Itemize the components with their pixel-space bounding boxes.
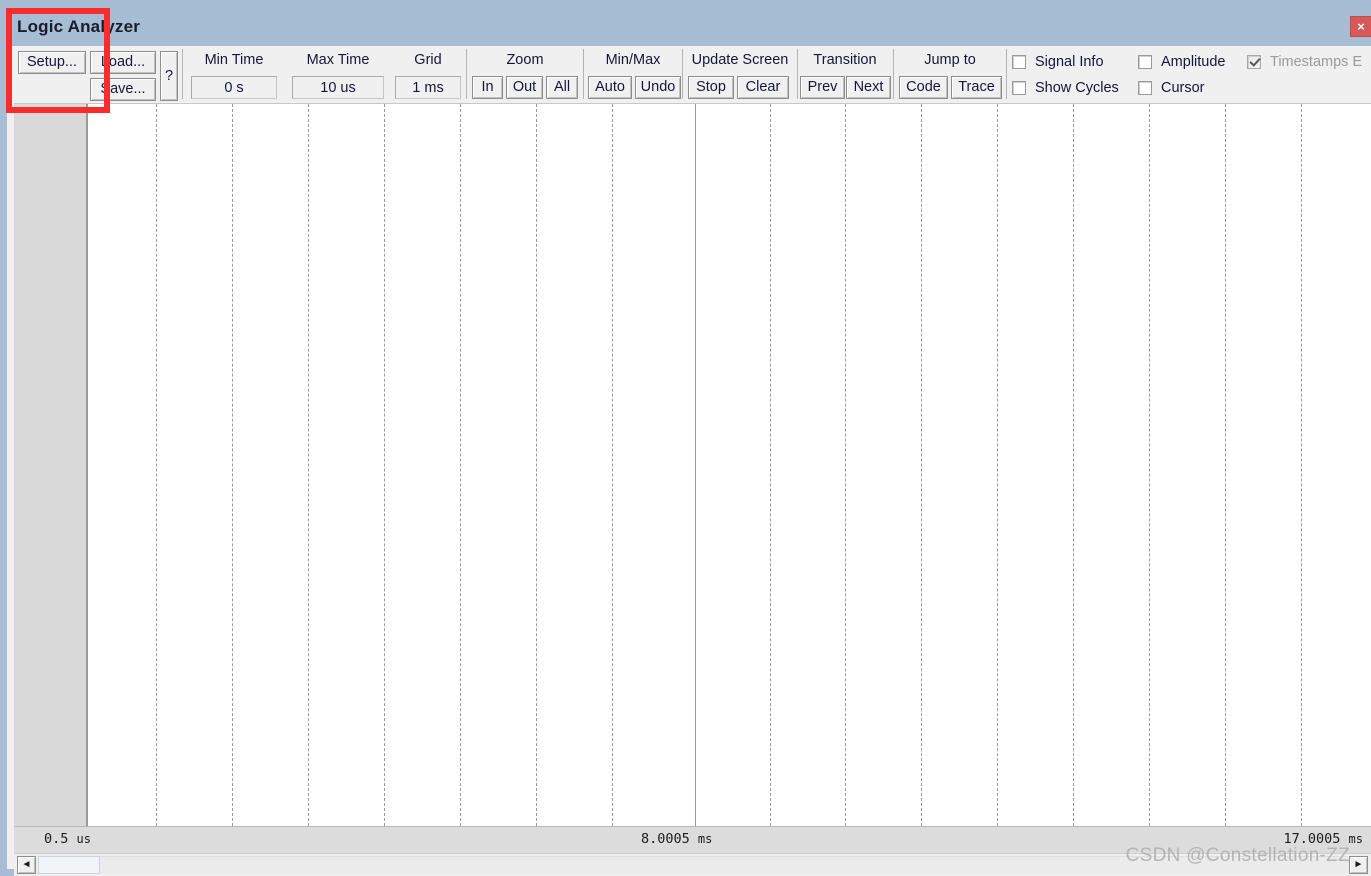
minmax-label: Min/Max [605,52,661,68]
zoom-in-button[interactable]: In [472,76,503,99]
toolbar-group-max-time: Max Time 10 us [287,46,389,102]
amplitude-checkbox-box[interactable] [1138,55,1152,69]
scrollbar-thumb[interactable] [38,856,100,874]
toolbar-separator [466,49,467,99]
grid-line [1225,104,1227,826]
signal-name-pane[interactable] [14,104,88,826]
cursor-label: Cursor [1161,80,1205,96]
grid-line [156,104,158,826]
toolbar-separator [797,49,798,99]
update-clear-button[interactable]: Clear [737,76,789,99]
grid-line [536,104,538,826]
min-time-label: Min Time [204,52,264,68]
logic-analyzer-window: Logic Analyzer × Setup... Load... Save..… [0,0,1371,876]
update-stop-button[interactable]: Stop [688,76,734,99]
min-time-value[interactable]: 0 s [191,76,277,99]
max-time-value[interactable]: 10 us [292,76,384,99]
grid-label: Grid [414,52,442,68]
checkbox-cursor[interactable]: Cursor [1138,80,1205,96]
show-cycles-label: Show Cycles [1035,80,1119,96]
window-title: Logic Analyzer [17,17,141,36]
grid-line [1073,104,1075,826]
waveform-area [14,104,1371,826]
checkbox-timestamps-enabled: Timestamps E [1247,54,1362,70]
minmax-auto-button[interactable]: Auto [588,76,632,99]
transition-label: Transition [813,52,877,68]
grid-line [308,104,310,826]
close-button[interactable]: × [1350,16,1371,37]
scroll-left-arrow-button[interactable]: ◄ [17,856,36,874]
jump-to-label: Jump to [924,52,976,68]
cursor-checkbox-box[interactable] [1138,81,1152,95]
grid-line [232,104,234,826]
axis-label-right: 17.0005 ms [1284,831,1364,847]
zoom-out-button[interactable]: Out [506,76,543,99]
save-button[interactable]: Save... [90,78,156,101]
load-button[interactable]: Load... [90,51,156,74]
toolbar-separator [893,49,894,99]
axis-left-unit: us [76,832,91,846]
toolbar-group-zoom: Zoom In Out All [469,46,581,102]
axis-center-value: 8.0005 [641,831,690,847]
signal-info-checkbox-box[interactable] [1012,55,1026,69]
toolbar-group-transition: Transition Prev Next [800,46,891,102]
axis-left-value: 0.5 [44,831,69,847]
axis-label-left: 0.5 us [44,831,91,847]
checkbox-show-cycles[interactable]: Show Cycles [1012,80,1119,96]
title-bar: Logic Analyzer × [7,7,1371,46]
timestamps-checkbox-box [1247,55,1261,69]
toolbar-separator [682,49,683,99]
update-screen-label: Update Screen [691,52,789,68]
jump-trace-button[interactable]: Trace [951,76,1002,99]
zoom-label: Zoom [506,52,544,68]
toolbar-group-min-time: Min Time 0 s [186,46,282,102]
scroll-right-arrow-button[interactable]: ► [1349,856,1368,874]
grid-line [460,104,462,826]
timestamps-label: Timestamps E [1270,54,1363,70]
window-frame: Logic Analyzer × Setup... Load... Save..… [0,0,1371,876]
grid-line [921,104,923,826]
toolbar-separator [182,49,183,99]
transition-next-button[interactable]: Next [846,76,891,99]
toolbar-separator [1006,49,1007,99]
cursor-line[interactable] [695,104,696,826]
amplitude-label: Amplitude [1161,54,1226,70]
axis-center-unit: ms [697,832,713,846]
triangle-right-icon: ► [1353,859,1364,870]
grid-line [1301,104,1303,826]
grid-line [384,104,386,826]
triangle-left-icon: ◄ [21,859,32,870]
toolbar-group-grid: Grid 1 ms [392,46,464,102]
toolbar: Setup... Load... Save... ? Min Time 0 s … [14,46,1371,104]
toolbar-group-file: Setup... Load... Save... ? [14,46,178,102]
grid-line [1149,104,1151,826]
axis-right-unit: ms [1348,832,1363,846]
checkbox-amplitude[interactable]: Amplitude [1138,54,1225,70]
toolbar-group-jump-to: Jump to Code Trace [896,46,1004,102]
axis-label-center: 8.0005 ms [641,831,712,847]
jump-code-button[interactable]: Code [899,76,948,99]
toolbar-separator [583,49,584,99]
grid-line [612,104,614,826]
axis-right-value: 17.0005 [1283,831,1341,847]
toolbar-group-minmax: Min/Max Auto Undo [586,46,681,102]
scrollbar-track[interactable] [100,856,1347,874]
checkbox-signal-info[interactable]: Signal Info [1012,54,1104,70]
max-time-label: Max Time [306,52,370,68]
grid-line [997,104,999,826]
zoom-all-button[interactable]: All [546,76,578,99]
toolbar-group-update-screen: Update Screen Stop Clear [685,46,795,102]
setup-button[interactable]: Setup... [18,51,86,74]
show-cycles-checkbox-box[interactable] [1012,81,1026,95]
signal-info-label: Signal Info [1035,54,1104,70]
grid-line [770,104,772,826]
grid-value[interactable]: 1 ms [395,76,461,99]
waveform-canvas[interactable] [88,104,1371,826]
minmax-undo-button[interactable]: Undo [635,76,681,99]
transition-prev-button[interactable]: Prev [800,76,845,99]
grid-line [845,104,847,826]
help-button[interactable]: ? [160,51,178,101]
horizontal-scrollbar[interactable]: ◄ ► [14,853,1371,876]
time-axis: 0.5 us 8.0005 ms 17.0005 ms [14,826,1371,853]
